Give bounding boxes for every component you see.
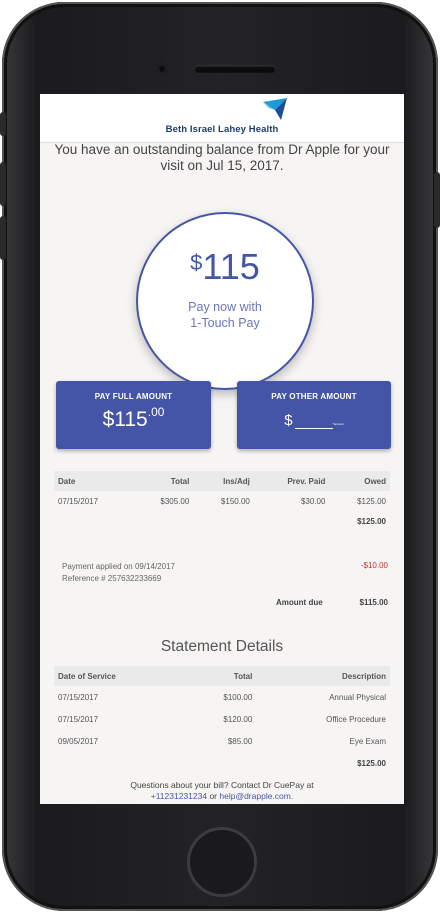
contact-footer: Questions about your bill? Contact Dr Cu… <box>130 780 314 801</box>
balance-summary-table: Date Total Ins/Adj Prev. Paid Owed 07/15… <box>54 471 390 531</box>
pay-full-amount-button[interactable]: PAY FULL AMOUNT $115.00 <box>56 381 211 449</box>
front-camera <box>156 63 168 75</box>
brand-name: Beth Israel Lahey Health <box>165 124 279 135</box>
brand-header: Beth Israel Lahey Health <box>40 94 404 143</box>
phone-screen: Beth Israel Lahey Health You have an out… <box>40 94 404 804</box>
table-row: 07/15/2017 $100.00 Annual Physical <box>58 692 386 702</box>
total-row: $125.00 <box>357 758 386 768</box>
mute-switch <box>0 112 6 136</box>
volume-up-button <box>0 162 6 206</box>
amount-due-value: $115.00 <box>359 598 388 607</box>
payment-applied-note: Payment applied on 09/14/2017 Reference … <box>62 562 175 583</box>
power-button <box>434 172 440 228</box>
table-row: 07/15/2017 $305.00 $150.00 $30.00 $125.0… <box>58 496 386 506</box>
table-header-row: Date Total Ins/Adj Prev. Paid Owed <box>54 471 390 491</box>
amount-due-label: Amount due <box>276 598 323 607</box>
email-link[interactable]: help@drapple.com <box>219 791 290 801</box>
table-row: 09/05/2017 $85.00 Eye Exam <box>58 736 386 746</box>
bird-logo-icon <box>263 98 287 120</box>
phone-frame: Beth Israel Lahey Health You have an out… <box>0 2 440 911</box>
table-row: 07/15/2017 $120.00 Office Procedure <box>58 714 386 724</box>
earpiece-speaker <box>194 65 276 73</box>
home-button[interactable] <box>187 827 257 897</box>
statement-details-title: Statement Details <box>160 638 284 655</box>
table-header-row: Date of Service Total Description <box>54 666 390 686</box>
phone-link[interactable]: +11231231234 <box>151 791 207 801</box>
balance-amount: $115 <box>190 246 260 287</box>
statement-details-table: Date of Service Total Description 07/15/… <box>54 666 390 774</box>
other-amount-input[interactable]: $ *amount <box>237 412 391 429</box>
balance-message: You have an outstanding balance from Dr … <box>54 142 390 173</box>
balance-circle-button[interactable]: $115 Pay now with 1-Touch Pay <box>136 212 314 390</box>
one-touch-pay-text: Pay now with 1-Touch Pay <box>188 300 262 330</box>
volume-down-button <box>0 216 6 260</box>
payment-applied-amount: -$10.00 <box>360 561 388 570</box>
subtotal-row: $125.00 <box>357 516 386 526</box>
pay-full-amount-value: $115.00 <box>102 405 165 431</box>
pay-other-amount-button[interactable]: PAY OTHER AMOUNT $ *amount <box>237 381 391 449</box>
